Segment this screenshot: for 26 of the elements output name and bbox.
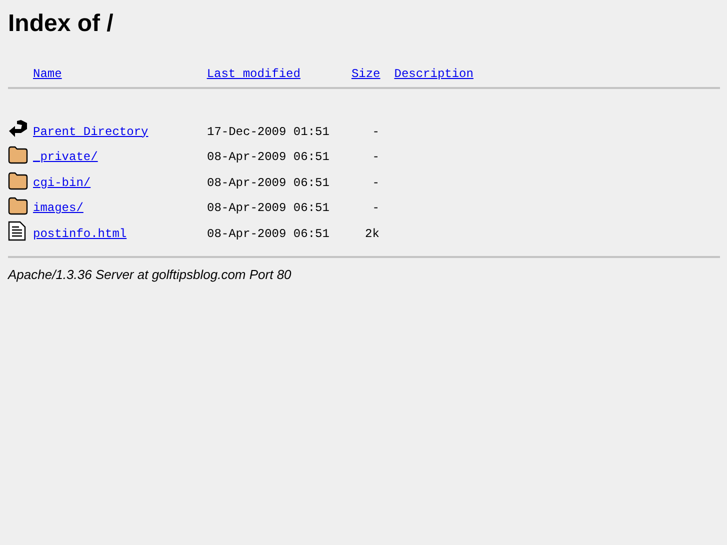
modified-date: 08-Apr-2009 06:51 — [207, 149, 330, 166]
file-size: - — [372, 149, 380, 166]
last-modified-column-link[interactable]: Last modified — [206, 65, 300, 83]
file-size: - — [372, 174, 380, 192]
description-column-link[interactable]: Description — [394, 65, 474, 83]
modified-date: 08-Apr-2009 06:51 — [207, 174, 330, 192]
folder-icon — [8, 172, 28, 190]
name-column-link[interactable]: Name — [33, 65, 62, 83]
page-title: Index of / — [8, 9, 114, 39]
folder-icon — [8, 197, 28, 215]
entry-link[interactable]: _private/ — [33, 150, 98, 164]
folder-icon — [8, 146, 28, 164]
entry-link[interactable]: postinfo.html — [33, 226, 127, 240]
server-signature: Apache/1.3.36 Server at golftipsblog.com Port 80 — [8, 266, 292, 284]
document-icon — [8, 220, 26, 240]
modified-date: 17-Dec-2009 01:51 — [207, 124, 330, 140]
modified-date: 08-Apr-2009 06:51 — [207, 226, 330, 242]
entry-link[interactable]: images/ — [33, 201, 84, 215]
file-size: - — [372, 200, 380, 217]
back-arrow-icon — [8, 118, 28, 138]
size-column-link[interactable]: Size — [351, 65, 380, 83]
file-size: - — [372, 124, 380, 140]
modified-date: 08-Apr-2009 06:51 — [207, 200, 330, 217]
entry-link[interactable]: cgi-bin/ — [33, 176, 91, 190]
entry-link[interactable]: Parent Directory — [33, 124, 148, 138]
file-size: 2k — [365, 226, 380, 242]
